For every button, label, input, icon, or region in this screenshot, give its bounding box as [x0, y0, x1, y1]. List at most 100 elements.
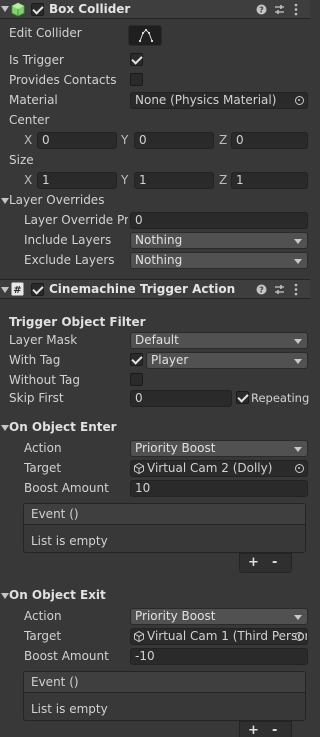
layer-overrides-foldout-icon[interactable]: [1, 198, 9, 204]
enter-target-label: Target: [24, 461, 62, 475]
enter-action-label: Action: [24, 441, 62, 455]
svg-text:?: ?: [259, 286, 264, 295]
enter-target-value: Virtual Cam 2 (Dolly): [147, 461, 273, 475]
enter-event-add-remove: + -: [239, 553, 292, 573]
layer-override-priority-label: Layer Override Prio: [24, 213, 128, 227]
exit-action-label: Action: [24, 609, 62, 623]
size-y-field[interactable]: 1: [134, 172, 214, 189]
center-x-field[interactable]: 0: [37, 132, 117, 149]
presets-icon[interactable]: [274, 4, 285, 15]
exit-action-value: Priority Boost: [135, 609, 216, 623]
gameobject-icon: [134, 631, 144, 642]
exit-target-label: Target: [24, 629, 62, 643]
layer-override-priority-field[interactable]: 0: [130, 212, 308, 229]
include-layers-dropdown[interactable]: Nothing: [130, 232, 308, 249]
include-layers-label: Include Layers: [24, 233, 112, 247]
center-x-axis-label: X: [24, 133, 33, 147]
size-x-field[interactable]: 1: [37, 172, 117, 189]
center-y-field[interactable]: 0: [134, 132, 214, 149]
exit-boost-amount-field[interactable]: -10: [130, 648, 308, 665]
size-z-field[interactable]: 1: [231, 172, 308, 189]
presets-icon[interactable]: [274, 284, 285, 295]
on-object-exit-heading[interactable]: On Object Exit: [9, 588, 106, 602]
repeating-label: Repeating: [251, 391, 310, 405]
is-trigger-label: Is Trigger: [9, 53, 64, 67]
layer-overrides-label[interactable]: Layer Overrides: [9, 193, 104, 207]
trigger-action-enabled-checkbox[interactable]: [31, 283, 44, 296]
exit-target-field[interactable]: Virtual Cam 1 (Third Person): [130, 628, 308, 645]
provides-contacts-checkbox[interactable]: [130, 73, 143, 86]
on-object-exit-foldout-icon[interactable]: [1, 593, 9, 599]
with-tag-value: Player: [151, 353, 189, 367]
more-options-icon[interactable]: [293, 283, 299, 296]
edit-collider-button[interactable]: [128, 25, 162, 46]
on-object-enter-heading[interactable]: On Object Enter: [9, 420, 117, 434]
exit-event-title: Event (): [31, 675, 79, 689]
trigger-object-filter-heading: Trigger Object Filter: [9, 315, 146, 329]
exit-event-add-button[interactable]: +: [248, 723, 259, 737]
exit-target-value: Virtual Cam 1 (Third Person): [147, 629, 308, 643]
enter-event-remove-button[interactable]: -: [272, 555, 277, 570]
object-picker-icon[interactable]: [295, 96, 304, 105]
with-tag-dropdown[interactable]: Player: [146, 352, 308, 369]
skip-first-label: Skip First: [9, 391, 64, 405]
object-picker-icon[interactable]: [295, 632, 304, 641]
layer-mask-dropdown[interactable]: Default: [130, 332, 308, 349]
enter-target-field[interactable]: Virtual Cam 2 (Dolly): [130, 460, 308, 477]
size-y-axis-label: Y: [121, 173, 129, 187]
on-object-enter-foldout-icon[interactable]: [1, 425, 9, 431]
provides-contacts-label: Provides Contacts: [9, 73, 117, 87]
gameobject-icon: [134, 463, 144, 474]
material-field[interactable]: None (Physics Material): [130, 92, 308, 109]
center-z-axis-label: Z: [219, 133, 228, 147]
with-tag-label: With Tag: [9, 353, 61, 367]
center-z-field[interactable]: 0: [231, 132, 308, 149]
svg-text:?: ?: [259, 6, 264, 15]
box-collider-icon: [11, 2, 25, 17]
trigger-action-title: Cinemachine Trigger Action: [49, 282, 236, 296]
layer-mask-value: Default: [135, 333, 179, 347]
box-collider-enabled-checkbox[interactable]: [31, 3, 44, 16]
exclude-layers-label: Exclude Layers: [24, 253, 115, 267]
is-trigger-checkbox[interactable]: [130, 53, 143, 66]
object-picker-icon[interactable]: [295, 464, 304, 473]
repeating-checkbox[interactable]: [236, 391, 249, 404]
foldout-arrow-icon[interactable]: [1, 287, 9, 293]
enter-action-value: Priority Boost: [135, 441, 216, 455]
exit-action-dropdown[interactable]: Priority Boost: [130, 608, 308, 625]
more-options-icon[interactable]: [293, 3, 299, 16]
help-icon[interactable]: ?: [256, 284, 267, 295]
enter-event-empty-text: List is empty: [31, 534, 108, 548]
exclude-layers-value: Nothing: [135, 253, 183, 267]
center-y-axis-label: Y: [121, 133, 129, 147]
help-icon[interactable]: ?: [256, 4, 267, 15]
box-collider-title: Box Collider: [49, 2, 131, 16]
foldout-arrow-icon[interactable]: [1, 6, 9, 12]
center-label: Center: [9, 113, 50, 127]
svg-text:#: #: [13, 285, 21, 296]
without-tag-label: Without Tag: [9, 373, 81, 387]
enter-boost-amount-field[interactable]: 10: [130, 480, 308, 497]
with-tag-checkbox[interactable]: [130, 353, 143, 366]
enter-action-dropdown[interactable]: Priority Boost: [130, 440, 308, 457]
layer-mask-label: Layer Mask: [9, 333, 78, 347]
exit-event-remove-button[interactable]: -: [272, 723, 277, 737]
include-layers-value: Nothing: [135, 233, 183, 247]
size-x-axis-label: X: [24, 173, 33, 187]
size-z-axis-label: Z: [219, 173, 228, 187]
enter-event-list: Event () List is empty: [23, 503, 306, 553]
edit-collider-label: Edit Collider: [9, 26, 82, 40]
skip-first-field[interactable]: 0: [130, 390, 232, 407]
material-value: None (Physics Material): [135, 93, 277, 107]
exclude-layers-dropdown[interactable]: Nothing: [130, 252, 308, 269]
exit-event-list: Event () List is empty: [23, 671, 306, 721]
without-tag-checkbox[interactable]: [130, 373, 143, 386]
size-label: Size: [9, 153, 34, 167]
exit-event-add-remove: + -: [239, 721, 292, 737]
script-icon: #: [11, 282, 24, 296]
enter-event-add-button[interactable]: +: [248, 555, 259, 570]
enter-event-title: Event (): [31, 507, 79, 521]
enter-boost-amount-label: Boost Amount: [24, 481, 109, 495]
edit-collider-icon: [139, 29, 153, 42]
material-label: Material: [9, 93, 58, 107]
